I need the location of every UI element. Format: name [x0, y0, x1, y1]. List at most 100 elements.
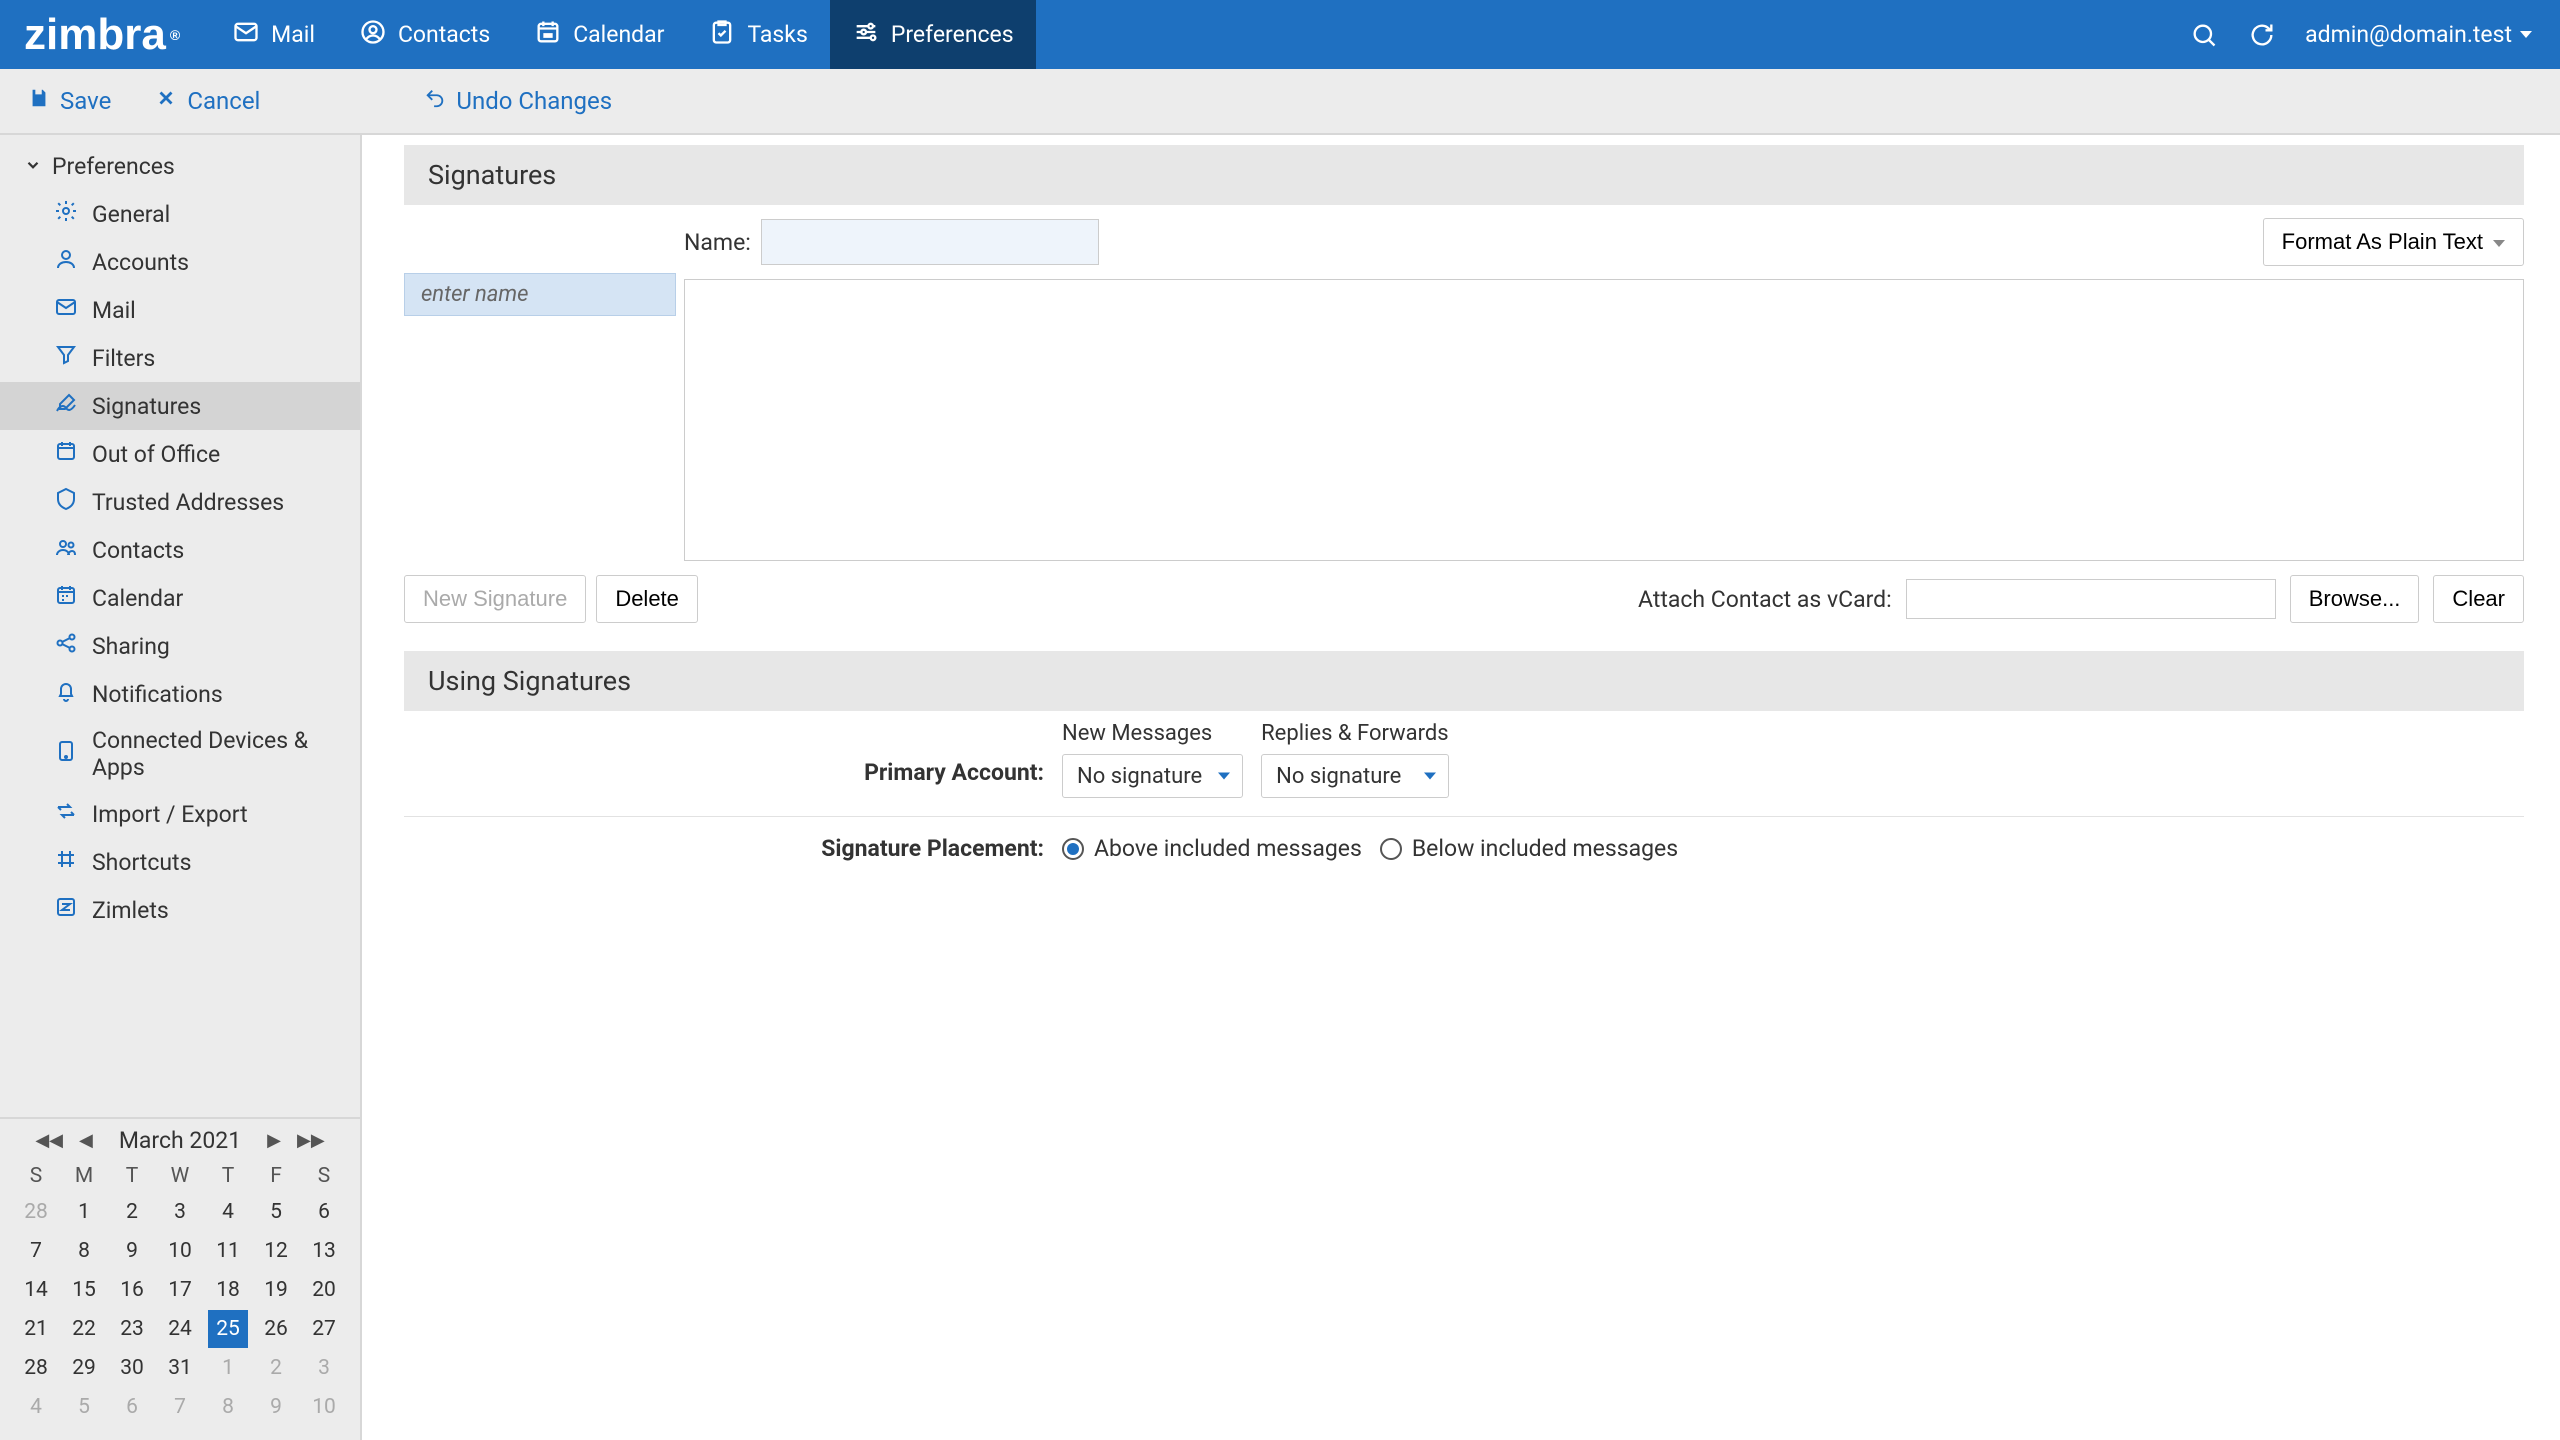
tab-mail[interactable]: Mail: [210, 0, 337, 69]
mini-cal-day[interactable]: 6: [300, 1192, 348, 1231]
mini-cal-day[interactable]: 30: [108, 1348, 156, 1387]
new-signature-button[interactable]: New Signature: [404, 575, 586, 623]
sidebar-item-general[interactable]: General: [0, 190, 360, 238]
mini-cal-day[interactable]: 18: [204, 1270, 252, 1309]
mini-cal-day[interactable]: 29: [60, 1348, 108, 1387]
trusted-addresses-icon: [54, 487, 78, 517]
prev-year-icon[interactable]: ◀◀: [31, 1130, 67, 1151]
mini-cal-day[interactable]: 2: [108, 1192, 156, 1231]
new-messages-select[interactable]: No signature: [1062, 754, 1243, 798]
mini-cal-day[interactable]: 3: [300, 1348, 348, 1387]
mini-cal-day[interactable]: 9: [252, 1387, 300, 1426]
mini-cal-day[interactable]: 1: [60, 1192, 108, 1231]
mini-cal-day[interactable]: 27: [300, 1309, 348, 1348]
tab-calendar[interactable]: Calendar: [512, 0, 686, 69]
mini-cal-day[interactable]: 14: [12, 1270, 60, 1309]
tab-preferences[interactable]: Preferences: [830, 0, 1036, 69]
mini-cal-day[interactable]: 19: [252, 1270, 300, 1309]
filters-icon: [54, 343, 78, 373]
replies-forwards-select[interactable]: No signature: [1261, 754, 1449, 798]
tab-tasks[interactable]: Tasks: [686, 0, 829, 69]
mini-cal-day[interactable]: 7: [156, 1387, 204, 1426]
save-button[interactable]: Save: [28, 87, 111, 115]
search-icon[interactable]: [2189, 20, 2219, 50]
sidebar-item-mail[interactable]: Mail: [0, 286, 360, 334]
sidebar-item-import-export[interactable]: Import / Export: [0, 790, 360, 838]
mini-cal-day[interactable]: 5: [60, 1387, 108, 1426]
mini-cal-day[interactable]: 8: [204, 1387, 252, 1426]
mini-cal-day[interactable]: 24: [156, 1309, 204, 1348]
radio-icon: [1062, 838, 1084, 860]
mini-cal-day[interactable]: 15: [60, 1270, 108, 1309]
delete-button[interactable]: Delete: [596, 575, 698, 623]
mini-cal-day[interactable]: 21: [12, 1309, 60, 1348]
sidebar-item-label: Zimlets: [92, 897, 169, 924]
mini-cal-day[interactable]: 28: [12, 1192, 60, 1231]
mini-cal-day[interactable]: 28: [12, 1348, 60, 1387]
mini-cal-day[interactable]: 26: [252, 1309, 300, 1348]
sidebar-item-accounts[interactable]: Accounts: [0, 238, 360, 286]
sidebar-item-sharing[interactable]: Sharing: [0, 622, 360, 670]
clear-button[interactable]: Clear: [2433, 575, 2524, 623]
mini-cal-day[interactable]: 10: [300, 1387, 348, 1426]
next-year-icon[interactable]: ▶▶: [293, 1130, 329, 1151]
mini-cal-day[interactable]: 10: [156, 1231, 204, 1270]
mini-cal-day[interactable]: 22: [60, 1309, 108, 1348]
placement-below-radio[interactable]: Below included messages: [1380, 835, 1678, 862]
mini-cal-day[interactable]: 13: [300, 1231, 348, 1270]
placement-above-radio[interactable]: Above included messages: [1062, 835, 1362, 862]
sidebar-tree: Preferences GeneralAccountsMail Filters Si…: [0, 135, 360, 1117]
mini-cal-day[interactable]: 4: [12, 1387, 60, 1426]
mini-cal-day[interactable]: 11: [204, 1231, 252, 1270]
logo[interactable]: zimbra®: [24, 10, 180, 60]
sidebar-item-label: Filters: [92, 345, 155, 372]
mini-cal-day[interactable]: 7: [12, 1231, 60, 1270]
signature-list-item[interactable]: enter name: [404, 273, 676, 316]
mini-cal-dow: W: [156, 1160, 204, 1192]
browse-button[interactable]: Browse...: [2290, 575, 2420, 623]
sidebar-item-connected-devices[interactable]: Connected Devices & Apps: [0, 718, 360, 790]
mini-cal-day[interactable]: 6: [108, 1387, 156, 1426]
mini-cal-day[interactable]: 3: [156, 1192, 204, 1231]
tab-contacts[interactable]: Contacts: [337, 0, 512, 69]
sidebar-item-filters[interactable]: Filters: [0, 334, 360, 382]
mini-cal-day[interactable]: 12: [252, 1231, 300, 1270]
sidebar-item-shortcuts[interactable]: Shortcuts: [0, 838, 360, 886]
mini-cal-day[interactable]: 20: [300, 1270, 348, 1309]
sidebar-item-calendar[interactable]: Calendar: [0, 574, 360, 622]
mini-cal-day[interactable]: 1: [204, 1348, 252, 1387]
mini-cal-day[interactable]: 31: [156, 1348, 204, 1387]
sidebar-item-trusted-addresses[interactable]: Trusted Addresses: [0, 478, 360, 526]
mini-cal-day[interactable]: 8: [60, 1231, 108, 1270]
mini-cal-day[interactable]: 16: [108, 1270, 156, 1309]
mini-cal-day[interactable]: 4: [204, 1192, 252, 1231]
section-header-using-signatures: Using Signatures: [404, 651, 2524, 711]
prev-month-icon[interactable]: ◀: [75, 1130, 97, 1151]
sidebar-item-contacts[interactable]: Contacts: [0, 526, 360, 574]
logo-text: zimbra: [24, 10, 166, 60]
mini-cal-day[interactable]: 25: [204, 1309, 252, 1348]
undo-button[interactable]: Undo Changes: [424, 87, 612, 115]
sidebar-item-signatures[interactable]: Signatures: [0, 382, 360, 430]
mini-cal-day[interactable]: 23: [108, 1309, 156, 1348]
mail-icon: [232, 18, 260, 52]
vcard-input[interactable]: [1906, 579, 2276, 619]
signature-name-input[interactable]: [761, 219, 1099, 265]
cancel-button[interactable]: Cancel: [155, 87, 260, 115]
signature-textarea[interactable]: [684, 279, 2524, 561]
mini-cal-day[interactable]: 17: [156, 1270, 204, 1309]
user-menu[interactable]: admin@domain.test: [2305, 21, 2532, 48]
sidebar-item-notifications[interactable]: Notifications: [0, 670, 360, 718]
tree-root-preferences[interactable]: Preferences: [0, 143, 360, 190]
mini-cal-day[interactable]: 5: [252, 1192, 300, 1231]
refresh-icon[interactable]: [2247, 20, 2277, 50]
mini-cal-day[interactable]: 2: [252, 1348, 300, 1387]
format-select[interactable]: Format As Plain Text: [2263, 218, 2524, 266]
replies-forwards-column: Replies & Forwards No signature: [1261, 721, 1449, 798]
chevron-down-icon: [24, 153, 42, 180]
signature-editor: enter name Name: Format As Plain Text: [404, 205, 2524, 561]
next-month-icon[interactable]: ▶: [263, 1130, 285, 1151]
sidebar-item-zimlets[interactable]: Zimlets: [0, 886, 360, 934]
sidebar-item-out-of-office[interactable]: Out of Office: [0, 430, 360, 478]
mini-cal-day[interactable]: 9: [108, 1231, 156, 1270]
